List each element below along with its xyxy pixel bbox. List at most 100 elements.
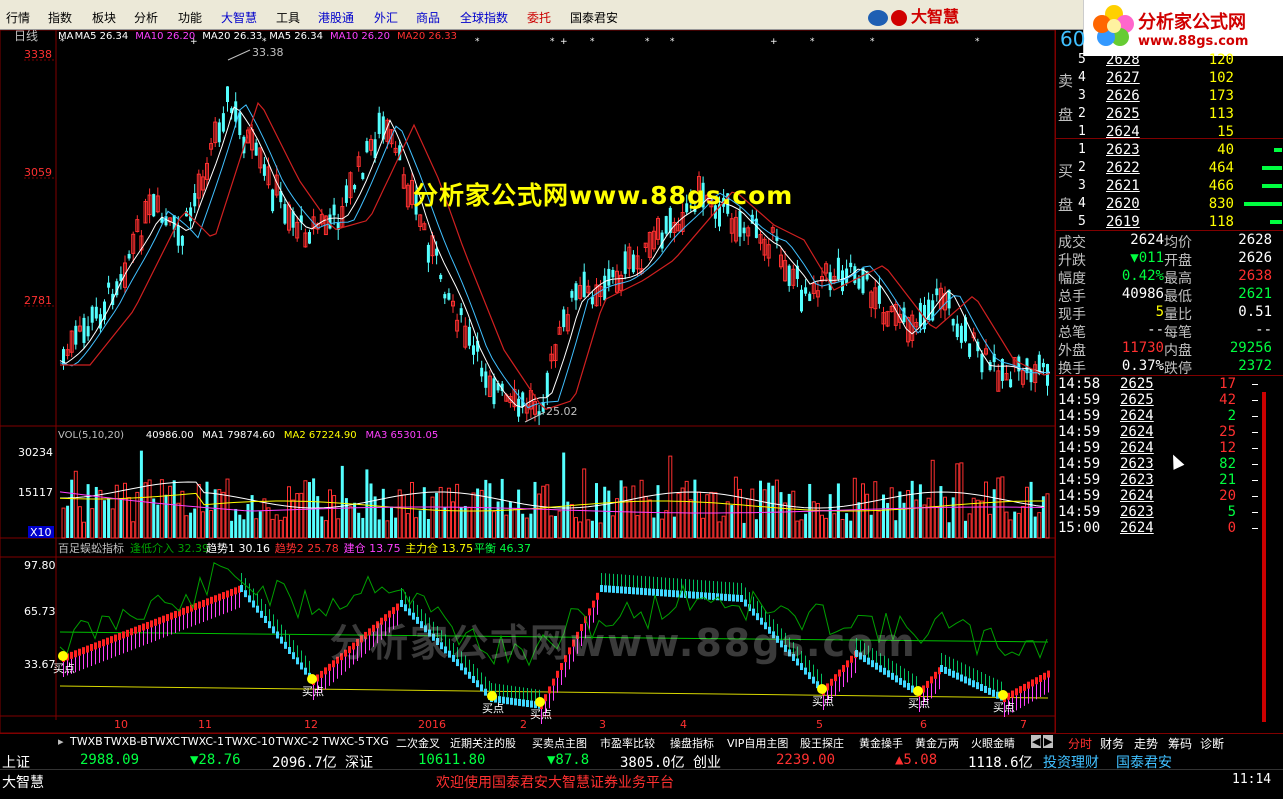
menu-item-1[interactable]: 指数 <box>48 9 72 26</box>
vol-bar-157 <box>705 494 710 539</box>
stat-label-b-3: 最低 <box>1164 289 1192 305</box>
vol-bar-25 <box>164 494 168 538</box>
ask-price-2[interactable]: 2626 <box>1106 88 1140 104</box>
centipede-bar-209 <box>887 670 890 678</box>
vol-bar-193 <box>852 477 857 539</box>
status-link-1[interactable]: 投资理财 <box>1043 752 1099 772</box>
bid-price-2[interactable]: 2621 <box>1106 178 1140 194</box>
stat-value-b-3: 2621 <box>1238 286 1272 302</box>
ask-price-1[interactable]: 2627 <box>1106 70 1140 86</box>
centipede-bar-23 <box>154 618 157 626</box>
vol-bar-200 <box>882 494 885 538</box>
centipede-bar-227 <box>956 672 959 680</box>
menu-item-3[interactable]: 分析 <box>134 9 158 26</box>
indicator-tab-7[interactable]: TXG <box>366 735 389 748</box>
centipede-bar-9 <box>98 640 101 648</box>
ask-price-0[interactable]: 2628 <box>1106 52 1140 68</box>
indicator-tab-11[interactable]: 市盈率比较 <box>600 735 655 751</box>
bid-price-3[interactable]: 2620 <box>1106 196 1140 212</box>
menu-item-4[interactable]: 功能 <box>178 9 202 26</box>
centipede-bar-159 <box>692 591 695 599</box>
vol-bar-103 <box>484 479 488 538</box>
indicator-tab-5[interactable]: TWXC-2 <box>276 735 319 748</box>
bid-price-4[interactable]: 2619 <box>1106 214 1140 230</box>
indicator-tab-9[interactable]: 近期关注的股 <box>450 735 516 751</box>
vol-bar-131 <box>598 522 603 539</box>
cy-label[interactable]: 创业 <box>693 752 721 772</box>
tick-price-4[interactable]: 2624 <box>1120 440 1154 456</box>
centipede-bar-52 <box>268 621 271 629</box>
sell-label-2: 盘 <box>1058 106 1074 124</box>
centipede-bar-145 <box>636 587 639 595</box>
centipede-bar-142 <box>624 586 627 594</box>
tick-price-6[interactable]: 2623 <box>1120 472 1154 488</box>
tick-price-1[interactable]: 2625 <box>1120 392 1154 408</box>
indicator-tab-13[interactable]: VIP自用主图 <box>727 735 788 751</box>
indicator-tab-6[interactable]: TWXC-5 <box>322 735 365 748</box>
centipede-bar-104 <box>476 680 479 688</box>
vol-bar-220 <box>964 520 967 538</box>
centipede-bar-12 <box>110 636 113 644</box>
menu-item-0[interactable]: 行情 <box>6 9 30 26</box>
menu-item-11[interactable]: 委托 <box>527 9 551 26</box>
menu-item-10[interactable]: 全球指数 <box>460 9 508 26</box>
tick-price-8[interactable]: 2623 <box>1120 504 1154 520</box>
tick-price-5[interactable]: 2623 <box>1120 456 1154 472</box>
tick-dash-3 <box>1252 432 1258 433</box>
indicator-tab-8[interactable]: 二次金叉 <box>396 735 440 751</box>
status-link-2[interactable]: 国泰君安 <box>1116 752 1172 772</box>
menu-item-7[interactable]: 港股通 <box>318 9 354 26</box>
indicator-tab-0[interactable]: TWXB <box>70 735 103 748</box>
indicator-tab-2[interactable]: TWXC <box>148 735 180 748</box>
menu-item-6[interactable]: 工具 <box>276 9 300 26</box>
indicator-tab-3[interactable]: TWXC-1 <box>181 735 224 748</box>
tab-next-icon[interactable]: ▶ <box>1043 735 1054 748</box>
indicator-tab-14[interactable]: 股王探庄 <box>800 735 844 751</box>
menu-item-8[interactable]: 外汇 <box>374 9 398 26</box>
sz-label[interactable]: 深证 <box>345 752 373 772</box>
tick-time-0: 14:58 <box>1058 376 1101 392</box>
tick-price-3[interactable]: 2624 <box>1120 424 1154 440</box>
indicator-tab-4[interactable]: TWXC-10 <box>225 735 275 748</box>
tick-price-9[interactable]: 2624 <box>1120 520 1154 536</box>
indicator-tab-16[interactable]: 黄金万两 <box>915 735 959 751</box>
indicator-tab-10[interactable]: 买卖点主图 <box>532 735 587 751</box>
buy-point-dot-5 <box>913 686 923 696</box>
menu-item-12[interactable]: 国泰君安 <box>570 9 618 26</box>
vol-bar-14 <box>119 497 123 538</box>
x-tick-2: 12 <box>304 718 318 731</box>
menu-item-9[interactable]: 商品 <box>416 9 440 26</box>
indicator-tab-15[interactable]: 黄金操手 <box>859 735 903 751</box>
vol-bar-31 <box>189 512 193 538</box>
indicator-tab-1[interactable]: TWXB-B <box>104 735 148 748</box>
tick-price-0[interactable]: 2625 <box>1120 376 1154 392</box>
menu-item-5[interactable]: 大智慧 <box>221 9 257 26</box>
tick-price-7[interactable]: 2624 <box>1120 488 1154 504</box>
tab-prev-icon[interactable]: ◀ <box>1031 735 1042 748</box>
vol-bar-127 <box>582 468 587 539</box>
indicator-tab-12[interactable]: 操盘指标 <box>670 735 714 751</box>
vol-bar-35 <box>205 481 209 538</box>
ask-price-3[interactable]: 2625 <box>1106 106 1140 122</box>
vol-bar-81 <box>394 517 398 538</box>
tab-scroll-left-icon[interactable]: ▸ <box>58 735 64 748</box>
buy-point-dot-1 <box>307 674 317 684</box>
centipede-bar-36 <box>206 598 209 606</box>
bid-price-1[interactable]: 2622 <box>1106 160 1140 176</box>
tick-scrollbar[interactable] <box>1262 392 1266 722</box>
candle-body-31 <box>189 207 193 222</box>
tick-price-2[interactable]: 2624 <box>1120 408 1154 424</box>
vol-bar-186 <box>824 517 829 539</box>
candle-body-194 <box>857 278 861 289</box>
vol-bar-198 <box>873 481 878 539</box>
indicator-tab-17[interactable]: 火眼金睛 <box>971 735 1015 751</box>
candle-body-103 <box>484 371 488 388</box>
sh-label[interactable]: 上证 <box>2 752 30 772</box>
vol-bar-123 <box>566 501 570 538</box>
bid-price-0[interactable]: 2623 <box>1106 142 1140 158</box>
vol-bar-40 <box>225 478 230 539</box>
centipede-bar-47 <box>248 595 251 603</box>
menu-item-2[interactable]: 板块 <box>92 9 116 26</box>
centipede-bar-35 <box>202 599 205 607</box>
stat-label-a-2: 幅度 <box>1058 271 1086 287</box>
